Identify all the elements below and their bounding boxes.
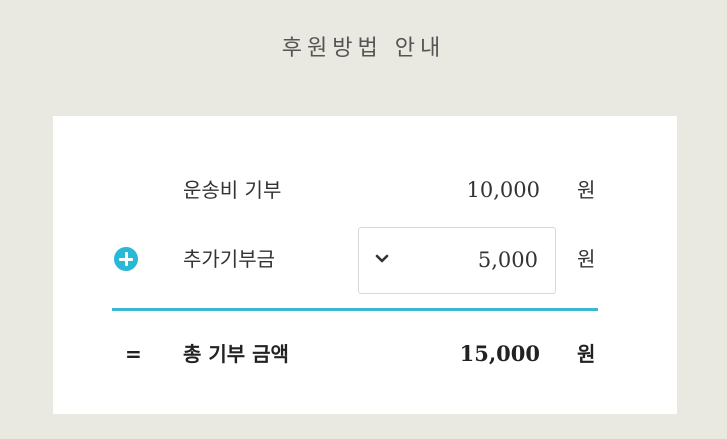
extra-donation-selected-value: 5,000 [477,248,538,272]
plus-icon[interactable] [114,247,138,271]
extra-donation-unit: 원 [577,247,596,271]
shipping-donation-label: 운송비 기부 [183,178,282,202]
total-donation-unit: 원 [577,342,596,366]
extra-donation-row: 추가기부금 5,000 원 [53,227,677,294]
page-title: 후원방법 안내 [281,36,446,61]
extra-donation-label: 추가기부금 [183,247,275,271]
total-donation-row: = 총 기부 금액 15,000 원 [53,332,677,376]
total-divider [112,308,598,311]
donation-summary-card: 운송비 기부 10,000 원 추가기부금 5,000 원 = 총 기부 금액 … [53,116,677,414]
shipping-donation-row: 운송비 기부 10,000 원 [53,168,677,212]
total-donation-amount: 15,000 [459,341,540,366]
shipping-donation-amount: 10,000 [466,178,540,202]
total-donation-label: 총 기부 금액 [183,342,289,366]
chevron-down-icon [375,254,389,263]
extra-donation-amount-select[interactable]: 5,000 [358,227,556,294]
shipping-donation-unit: 원 [577,178,596,202]
equals-sign: = [125,342,142,366]
